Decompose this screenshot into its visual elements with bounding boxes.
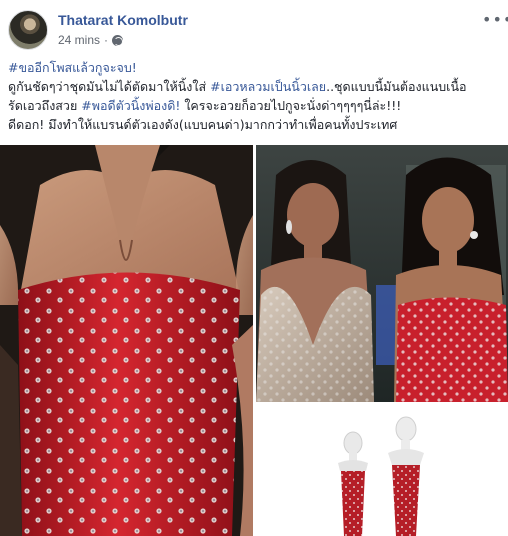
hashtag-link[interactable]: #ขออีกโพสแล้วกูจะจบ!: [8, 60, 137, 75]
post-text-line: ดีดอก! มึงทำให้แบรนด์ตัวเองดัง(แบบคนด่า)…: [8, 115, 500, 134]
facebook-post: Thatarat Komolbutr 24 mins · ••• #ขออีกโ…: [0, 0, 508, 536]
globe-icon[interactable]: [112, 34, 124, 46]
post-timestamp[interactable]: 24 mins: [58, 33, 100, 47]
photo-dress-closeup[interactable]: [0, 145, 253, 536]
post-text-segment: ..ชุดแบบนี้มันต้องแนบเนื้อ: [326, 79, 467, 94]
more-options-icon[interactable]: •••: [482, 10, 508, 29]
post-text-line: #ขออีกโพสแล้วกูจะจบ!: [8, 58, 500, 77]
photo-two-women[interactable]: [256, 145, 508, 402]
two-women-image: [256, 145, 508, 402]
post-text-line: ดูกันชัดๆว่าชุดมันไม่ได้ตัดมาให้นิ้งใส่ …: [8, 77, 500, 96]
post-text-segment: ดูกันชัดๆว่าชุดมันไม่ได้ตัดมาให้นิ้งใส่: [8, 79, 211, 94]
post-text: #ขออีกโพสแล้วกูจะจบ! ดูกันชัดๆว่าชุดมันไม…: [8, 58, 500, 134]
photo-mannequins[interactable]: [256, 405, 508, 536]
post-text-line: รัดเอวถึงสวย #พอดีตัวนิ้งพ่องดิ! ใครจะอว…: [8, 96, 500, 115]
post-text-segment: ดีดอก! มึงทำให้แบรนด์ตัวเองดัง(แบบคนด่า)…: [8, 117, 398, 132]
hashtag-link[interactable]: #เอวหลวมเป็นนิ้วเลย: [210, 79, 326, 94]
post-text-segment: ใครจะอวยก็อวยไปกูจะนั่งด่าๆๆๆๆนี่ล่ะ!!!: [180, 98, 402, 113]
mannequins-image: [256, 405, 508, 536]
post-meta: 24 mins ·: [58, 33, 124, 47]
author-name[interactable]: Thatarat Komolbutr: [58, 12, 188, 28]
avatar[interactable]: [8, 10, 48, 50]
hashtag-link[interactable]: #พอดีตัวนิ้งพ่องดิ!: [81, 98, 180, 113]
post-text-segment: รัดเอวถึงสวย: [8, 98, 82, 113]
dress-closeup-image: [0, 145, 253, 536]
